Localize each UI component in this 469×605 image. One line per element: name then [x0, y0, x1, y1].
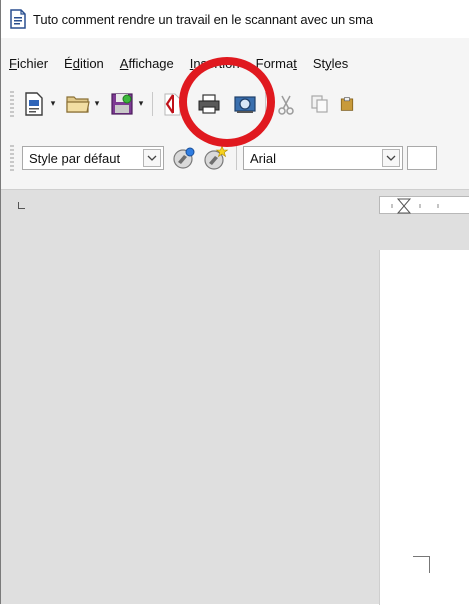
menu-styles[interactable]: Styles [305, 56, 356, 71]
font-size-combo[interactable] [407, 146, 437, 170]
new-document-button[interactable] [20, 90, 48, 118]
new-style-icon [204, 145, 229, 170]
toolbar-separator [152, 92, 153, 116]
ruler-tab-selector-icon[interactable] [18, 202, 25, 209]
open-dropdown-icon[interactable]: ▾ [92, 99, 102, 109]
menu-fichier[interactable]: Fichier [1, 56, 56, 71]
font-name-value: Arial [250, 150, 277, 166]
new-style-button[interactable] [202, 144, 230, 172]
chevron-down-icon [147, 155, 157, 161]
horizontal-ruler[interactable] [379, 196, 469, 214]
font-name-dropdown-button[interactable] [382, 149, 400, 167]
paste-button[interactable] [340, 90, 354, 118]
paragraph-style-combo[interactable]: Style par défaut [22, 146, 164, 170]
menu-edition[interactable]: Édition [56, 56, 112, 71]
writer-window: Tuto comment rendre un travail en le sca… [0, 0, 469, 605]
menu-affichage[interactable]: Affichage [112, 56, 182, 71]
title-bar[interactable]: Tuto comment rendre un travail en le sca… [1, 0, 469, 38]
indent-marker-icon[interactable] [380, 197, 469, 215]
chevron-down-icon [386, 155, 396, 161]
annotation-highlight-circle [179, 57, 275, 147]
update-style-button[interactable] [170, 144, 198, 172]
paste-icon [340, 97, 354, 111]
save-dropdown-icon[interactable]: ▾ [136, 99, 146, 109]
text-boundary-corner [413, 556, 430, 573]
open-button[interactable] [64, 90, 92, 118]
copy-button[interactable] [306, 90, 334, 118]
cut-icon [278, 95, 294, 115]
toolbar-grip[interactable] [10, 145, 14, 171]
font-name-combo[interactable]: Arial [243, 146, 403, 170]
paragraph-style-value: Style par défaut [29, 150, 121, 166]
paragraph-style-dropdown-button[interactable] [143, 149, 161, 167]
toolbar-grip[interactable] [10, 91, 14, 117]
cut-button[interactable] [272, 90, 300, 118]
save-icon [111, 93, 133, 115]
save-button[interactable] [108, 90, 136, 118]
open-folder-icon [66, 96, 90, 113]
document-page[interactable] [379, 250, 469, 605]
new-document-dropdown-icon[interactable]: ▾ [48, 99, 58, 109]
toolbar-separator [236, 146, 237, 170]
writer-document-icon [10, 9, 26, 29]
document-workspace[interactable] [1, 189, 469, 605]
new-document-icon [25, 92, 43, 116]
window-title: Tuto comment rendre un travail en le sca… [33, 11, 373, 27]
copy-icon [311, 95, 328, 113]
update-style-icon [173, 147, 195, 169]
